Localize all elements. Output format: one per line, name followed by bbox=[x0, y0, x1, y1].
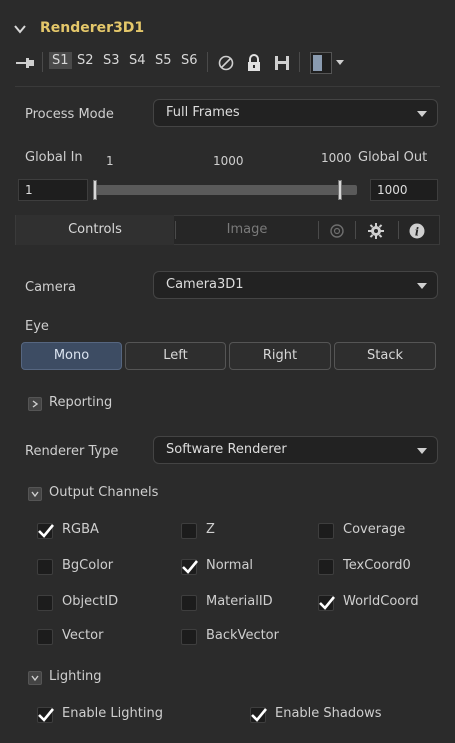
tab-materials-icon[interactable] bbox=[328, 222, 346, 240]
tab-divider bbox=[355, 221, 356, 239]
bypass-icon[interactable] bbox=[215, 52, 237, 74]
channel-vector-checkbox[interactable] bbox=[37, 629, 53, 645]
global-range-track[interactable] bbox=[95, 185, 357, 195]
channel-worldcoord-checkbox[interactable] bbox=[318, 595, 336, 611]
camera-label: Camera bbox=[25, 280, 77, 295]
output-channels-collapse-icon[interactable] bbox=[28, 487, 42, 501]
renderer-type-dropdown[interactable]: Software Renderer bbox=[153, 436, 438, 464]
enable-lighting-label: Enable Lighting bbox=[62, 706, 163, 721]
slot-s3-button[interactable]: S3 bbox=[103, 53, 120, 68]
channel-normal-label: Normal bbox=[206, 558, 254, 573]
output-channels-label[interactable]: Output Channels bbox=[49, 485, 158, 500]
global-out-handle[interactable] bbox=[338, 180, 342, 200]
reporting-label[interactable]: Reporting bbox=[49, 395, 112, 410]
global-in-handle[interactable] bbox=[93, 180, 97, 200]
info-icon[interactable]: i bbox=[408, 222, 426, 240]
global-out-label: Global Out bbox=[358, 150, 428, 165]
eye-right-button[interactable]: Right bbox=[229, 342, 331, 370]
toolbar-divider bbox=[207, 52, 208, 72]
global-in-field[interactable]: 1 bbox=[18, 179, 88, 201]
enable-lighting-checkbox[interactable] bbox=[37, 707, 55, 723]
process-mode-label: Process Mode bbox=[25, 107, 114, 122]
channel-z-checkbox[interactable] bbox=[181, 523, 197, 539]
renderer-type-label: Renderer Type bbox=[25, 444, 119, 459]
camera-value: Camera3D1 bbox=[166, 277, 244, 292]
channel-objectid-label: ObjectID bbox=[62, 594, 119, 609]
swatch-dropdown-icon[interactable] bbox=[336, 60, 344, 65]
gear-icon[interactable] bbox=[366, 221, 386, 241]
channel-texcoord0-label: TexCoord0 bbox=[343, 558, 411, 573]
reporting-expand-icon[interactable] bbox=[28, 397, 42, 411]
channel-z-label: Z bbox=[206, 522, 215, 537]
lighting-label[interactable]: Lighting bbox=[49, 669, 102, 684]
save-icon[interactable] bbox=[271, 52, 293, 74]
process-mode-dropdown[interactable]: Full Frames bbox=[153, 99, 438, 127]
toolbar-divider bbox=[299, 52, 300, 72]
channel-coverage-label: Coverage bbox=[343, 522, 406, 537]
enable-shadows-checkbox[interactable] bbox=[250, 707, 268, 723]
channel-backvector-checkbox[interactable] bbox=[181, 629, 197, 645]
eye-label: Eye bbox=[25, 319, 49, 334]
slot-s1-button[interactable]: S1 bbox=[49, 52, 72, 69]
chevron-down-icon bbox=[417, 111, 427, 117]
channel-bgcolor-label: BgColor bbox=[62, 558, 114, 573]
slot-s2-button[interactable]: S2 bbox=[77, 53, 94, 68]
global-mid-tick: 1000 bbox=[213, 154, 244, 168]
channel-materialid-checkbox[interactable] bbox=[181, 595, 197, 611]
channel-objectid-checkbox[interactable] bbox=[37, 595, 53, 611]
global-in-tick: 1 bbox=[106, 154, 114, 168]
channel-coverage-checkbox[interactable] bbox=[318, 523, 334, 539]
tab-divider bbox=[318, 221, 319, 239]
channel-rgba-label: RGBA bbox=[62, 522, 99, 537]
collapse-chevron-icon[interactable] bbox=[13, 22, 27, 36]
camera-dropdown[interactable]: Camera3D1 bbox=[153, 271, 438, 299]
tab-controls[interactable]: Controls bbox=[16, 215, 174, 245]
slot-s4-button[interactable]: S4 bbox=[129, 53, 146, 68]
lock-icon[interactable] bbox=[243, 52, 265, 74]
divider bbox=[15, 86, 440, 87]
tool-title[interactable]: Renderer3D1 bbox=[40, 20, 144, 36]
channel-texcoord0-checkbox[interactable] bbox=[318, 559, 334, 575]
global-out-tick: 1000 bbox=[321, 151, 352, 165]
enable-shadows-label: Enable Shadows bbox=[275, 706, 382, 721]
process-mode-value: Full Frames bbox=[166, 105, 240, 120]
channel-bgcolor-checkbox[interactable] bbox=[37, 559, 53, 575]
svg-text:i: i bbox=[415, 226, 419, 239]
color-swatch[interactable] bbox=[310, 52, 332, 74]
top-strip bbox=[0, 0, 455, 12]
slot-s5-button[interactable]: S5 bbox=[155, 53, 172, 68]
eye-left-button[interactable]: Left bbox=[125, 342, 226, 370]
channel-vector-label: Vector bbox=[62, 628, 104, 643]
tab-image[interactable]: Image bbox=[176, 215, 318, 245]
channel-normal-checkbox[interactable] bbox=[181, 559, 199, 575]
global-out-field[interactable]: 1000 bbox=[370, 179, 438, 201]
channel-worldcoord-label: WorldCoord bbox=[343, 594, 419, 609]
channel-materialid-label: MaterialID bbox=[206, 594, 273, 609]
toolbar-divider bbox=[42, 52, 43, 72]
global-in-label: Global In bbox=[25, 150, 83, 165]
chevron-down-icon bbox=[417, 283, 427, 289]
lighting-collapse-icon[interactable] bbox=[28, 671, 42, 685]
renderer-panel: Renderer3D1 S1 S2 S3 S4 S5 S6 Process Mo… bbox=[0, 0, 455, 743]
eye-mono-button[interactable]: Mono bbox=[21, 342, 122, 370]
chevron-down-icon bbox=[417, 448, 427, 454]
eye-stack-button[interactable]: Stack bbox=[334, 342, 436, 370]
slot-s6-button[interactable]: S6 bbox=[181, 53, 198, 68]
renderer-type-value: Software Renderer bbox=[166, 442, 287, 457]
pin-icon[interactable] bbox=[14, 53, 36, 73]
tab-divider bbox=[398, 221, 399, 239]
channel-rgba-checkbox[interactable] bbox=[37, 523, 55, 539]
channel-backvector-label: BackVector bbox=[206, 628, 279, 643]
